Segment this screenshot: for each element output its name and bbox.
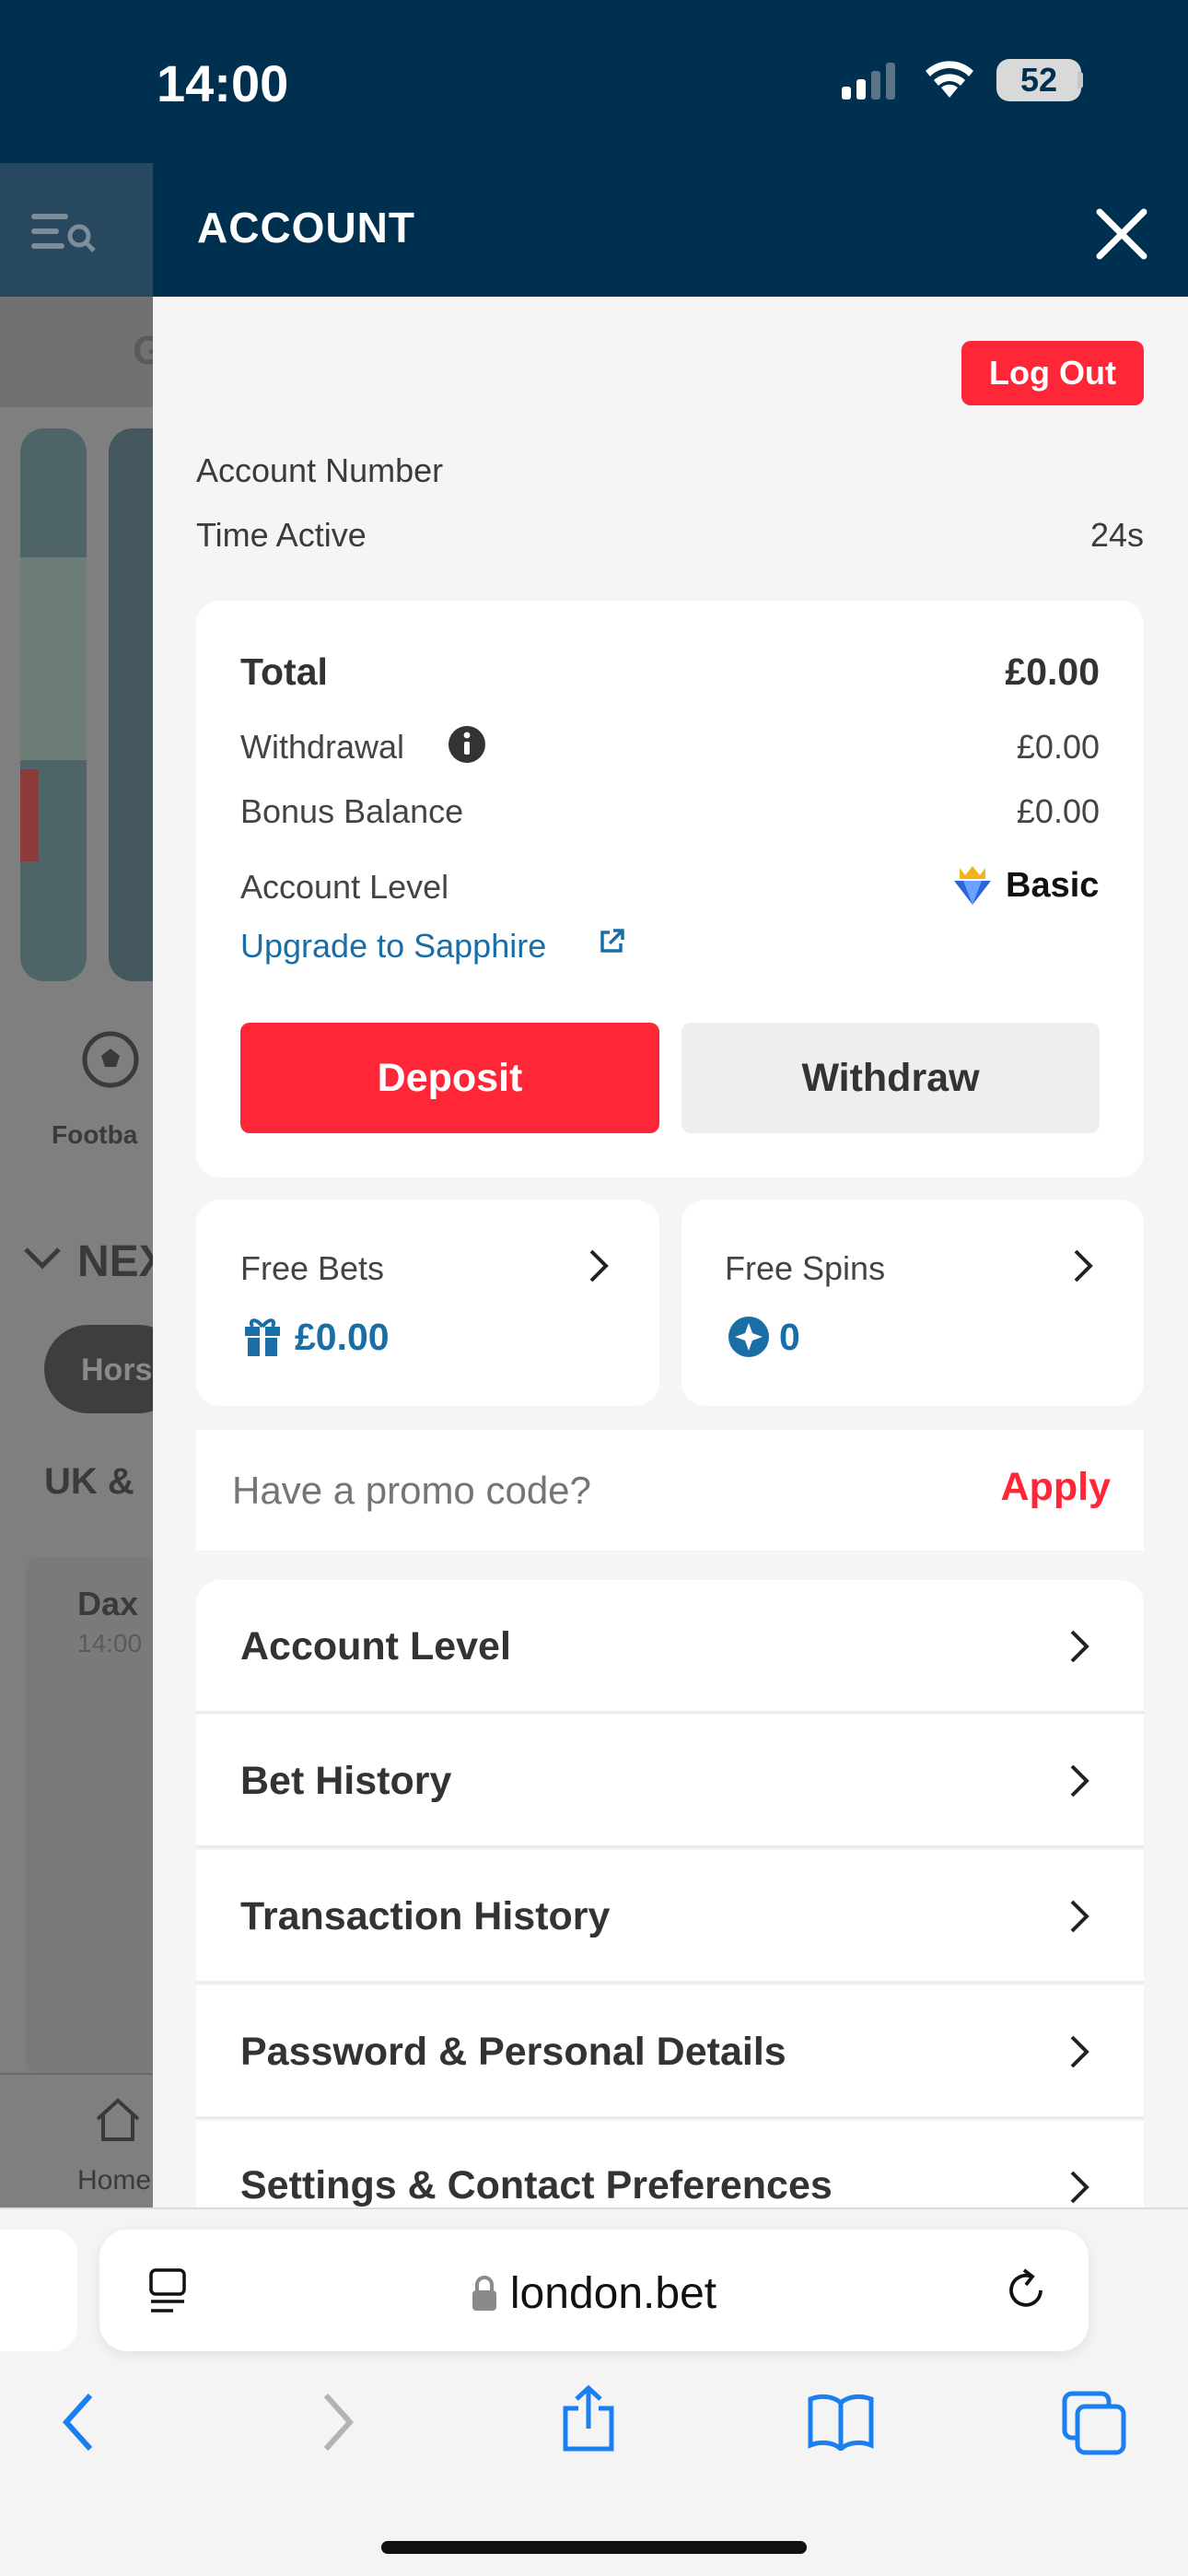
menu-item-bet-history[interactable]: Bet History [196, 1715, 1144, 1848]
apply-button[interactable]: Apply [958, 1465, 1111, 1510]
share-icon[interactable] [556, 2384, 621, 2454]
close-icon[interactable] [1089, 201, 1155, 267]
bonus-balance-value: £0.00 [1016, 792, 1100, 830]
back-icon[interactable] [61, 2392, 98, 2453]
spin-star-icon [728, 1317, 769, 1357]
gift-icon [245, 1318, 280, 1356]
upgrade-link[interactable]: Upgrade to Sapphire [240, 927, 546, 966]
free-spins-value: 0 [779, 1316, 800, 1358]
background-sport-label: Footba [52, 1120, 138, 1149]
withdrawal-value: £0.00 [1016, 728, 1100, 766]
menu-item-label: Bet History [240, 1759, 452, 1803]
menu-item-transaction-history[interactable]: Transaction History [196, 1850, 1144, 1984]
info-icon[interactable] [448, 725, 486, 764]
time-active-value: 24s [1089, 516, 1144, 554]
home-icon [96, 2098, 140, 2141]
menu-item-settings-preferences[interactable]: Settings & Contact Preferences [196, 2121, 1144, 2207]
free-bets-value: £0.00 [295, 1316, 390, 1358]
bookmarks-icon[interactable] [807, 2392, 875, 2451]
promo-code-input[interactable] [232, 1458, 932, 1524]
chevron-right-icon [589, 1249, 609, 1282]
menu-item-account-level[interactable]: Account Level [196, 1580, 1144, 1714]
free-bets-card[interactable] [196, 1200, 659, 1406]
home-indicator [381, 2541, 807, 2554]
chevron-right-icon [1070, 1764, 1089, 1797]
chevron-right-icon [1070, 2171, 1089, 2204]
menu-item-label: Transaction History [240, 1894, 611, 1938]
background-pill-label: Hors [81, 1352, 153, 1388]
account-level-value: Basic [1006, 866, 1100, 905]
background-race-time: 14:00 [77, 1629, 143, 1657]
reload-icon[interactable] [1004, 2266, 1050, 2314]
withdrawal-label: Withdrawal [240, 728, 405, 766]
free-spins-label: Free Spins [725, 1249, 886, 1287]
chevron-down-icon [24, 1247, 61, 1270]
background-region-title: UK & [44, 1461, 134, 1502]
battery-nub [1077, 72, 1083, 88]
withdraw-button[interactable]: Withdraw [681, 1023, 1100, 1133]
battery-indicator: 52 [996, 59, 1081, 101]
bonus-balance-label: Bonus Balance [240, 792, 464, 830]
free-bets-label: Free Bets [240, 1249, 385, 1287]
chevron-right-icon [1074, 1249, 1093, 1282]
chevron-right-icon [1070, 1900, 1089, 1933]
lock-icon [472, 2276, 496, 2311]
total-label: Total [240, 650, 328, 693]
logout-button[interactable]: Log Out [961, 341, 1144, 405]
forward-icon[interactable] [319, 2392, 355, 2453]
menu-item-label: Account Level [240, 1624, 511, 1669]
menu-item-label: Password & Personal Details [240, 2030, 786, 2074]
background-tab-home: Home [77, 2165, 152, 2195]
background-promo-card-2 [109, 428, 157, 981]
football-icon [82, 1031, 139, 1088]
background-race-name: Dax [77, 1585, 139, 1622]
tabs-icon[interactable] [1061, 2390, 1127, 2456]
time-active-label: Time Active [196, 516, 367, 554]
external-link-icon[interactable] [597, 927, 626, 956]
account-level-label: Account Level [240, 868, 449, 906]
account-number-label: Account Number [196, 451, 444, 489]
status-time: 14:00 [157, 54, 289, 112]
wifi-icon [926, 61, 973, 98]
url-text: london.bet [509, 2269, 717, 2318]
menu-search-icon [31, 214, 96, 252]
free-spins-card[interactable] [681, 1200, 1144, 1406]
chevron-right-icon [1070, 2035, 1089, 2068]
background-promo-card [20, 428, 87, 981]
menu-item-password-details[interactable]: Password & Personal Details [196, 1985, 1144, 2119]
panel-title: ACCOUNT [197, 204, 415, 252]
deposit-button[interactable]: Deposit [240, 1023, 659, 1133]
chevron-right-icon [1070, 1630, 1089, 1663]
total-value: £0.00 [1005, 650, 1100, 693]
sapphire-gem-icon [954, 866, 991, 905]
signal-icon [842, 63, 895, 100]
menu-item-label: Settings & Contact Preferences [240, 2163, 833, 2207]
